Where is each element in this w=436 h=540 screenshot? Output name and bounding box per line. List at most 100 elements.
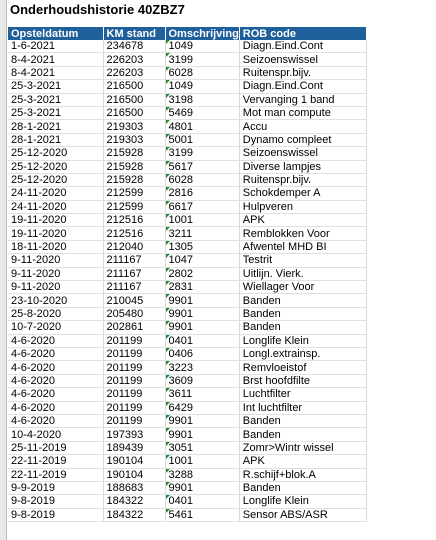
cell-code[interactable]: 9901 [165, 414, 240, 429]
row-header-strip[interactable] [0, 0, 7, 540]
cell-code[interactable]: 3198 [165, 93, 240, 107]
cell-code[interactable]: 0406 [165, 347, 240, 362]
cell-date[interactable]: 25-12-2020 [8, 146, 104, 161]
cell-description[interactable]: Int luchtfilter [239, 401, 367, 415]
cell-code[interactable]: 6028 [165, 173, 240, 188]
cell-date[interactable]: 22-11-2019 [8, 454, 104, 469]
cell-description[interactable]: APK [239, 213, 367, 228]
cell-km[interactable]: 205480 [103, 307, 166, 322]
cell-description[interactable]: Banden [239, 293, 367, 308]
cell-km[interactable]: 201199 [103, 374, 166, 389]
cell-description[interactable]: Mot man compute [239, 106, 367, 121]
cell-code[interactable]: 3051 [165, 441, 240, 456]
cell-date[interactable]: 4-6-2020 [8, 334, 104, 348]
cell-description[interactable]: Banden [239, 320, 367, 335]
cell-date[interactable]: 18-11-2020 [8, 240, 104, 255]
cell-km[interactable]: 212599 [103, 200, 166, 215]
cell-km[interactable]: 212516 [103, 226, 166, 241]
cell-date[interactable]: 25-12-2020 [8, 173, 104, 188]
cell-code[interactable]: 0401 [165, 334, 240, 348]
cell-description[interactable]: Schokdemper A [239, 186, 367, 201]
cell-km[interactable]: 201199 [103, 360, 166, 375]
cell-code[interactable]: 9901 [165, 481, 240, 496]
cell-description[interactable]: Banden [239, 414, 367, 429]
cell-date[interactable]: 1-6-2021 [8, 40, 104, 54]
cell-km[interactable]: 219303 [103, 119, 166, 134]
column-header-rob-code[interactable]: ROB code [239, 27, 367, 40]
cell-date[interactable]: 4-6-2020 [8, 387, 104, 402]
cell-km[interactable]: 234678 [103, 40, 166, 54]
cell-km[interactable]: 211167 [103, 267, 166, 282]
cell-km[interactable]: 201199 [103, 334, 166, 348]
cell-code[interactable]: 3199 [165, 146, 240, 161]
cell-date[interactable]: 22-11-2019 [8, 468, 104, 482]
cell-km[interactable]: 216500 [103, 93, 166, 107]
column-header-omschrijving[interactable]: Omschrijving [165, 27, 240, 40]
cell-code[interactable]: 2816 [165, 186, 240, 201]
cell-description[interactable]: Luchtfilter [239, 387, 367, 402]
cell-km[interactable]: 190104 [103, 468, 166, 482]
cell-code[interactable]: 3288 [165, 468, 240, 482]
cell-description[interactable]: Brst hoofdfilte [239, 374, 367, 389]
cell-date[interactable]: 9-11-2020 [8, 253, 104, 268]
cell-km[interactable]: 201199 [103, 401, 166, 415]
cell-date[interactable]: 4-6-2020 [8, 347, 104, 362]
cell-description[interactable]: Vervanging 1 band [239, 93, 367, 107]
cell-date[interactable]: 9-9-2019 [8, 481, 104, 496]
cell-code[interactable]: 2831 [165, 280, 240, 295]
cell-date[interactable]: 25-8-2020 [8, 307, 104, 322]
cell-code[interactable]: 5617 [165, 160, 240, 174]
cell-km[interactable]: 184322 [103, 494, 166, 509]
cell-km[interactable]: 201199 [103, 387, 166, 402]
cell-date[interactable]: 25-3-2021 [8, 106, 104, 121]
cell-description[interactable]: Remblokken Voor [239, 226, 367, 241]
cell-description[interactable]: Seizoenswissel [239, 52, 367, 67]
cell-code[interactable]: 1305 [165, 240, 240, 255]
cell-code[interactable]: 9901 [165, 427, 240, 442]
cell-code[interactable]: 3609 [165, 374, 240, 389]
cell-km[interactable]: 202861 [103, 320, 166, 335]
cell-description[interactable]: APK [239, 454, 367, 469]
cell-description[interactable]: Longl.extrainsp. [239, 347, 367, 362]
cell-description[interactable]: Uitlijn. Vierk. [239, 267, 367, 282]
cell-km[interactable]: 201199 [103, 414, 166, 429]
cell-km[interactable]: 215928 [103, 160, 166, 174]
cell-code[interactable]: 3211 [165, 226, 240, 241]
cell-description[interactable]: Banden [239, 481, 367, 496]
cell-km[interactable]: 211167 [103, 280, 166, 295]
cell-description[interactable]: Sensor ABS/ASR [239, 508, 367, 523]
cell-code[interactable]: 1049 [165, 79, 240, 94]
cell-description[interactable]: Remvloeistof [239, 360, 367, 375]
cell-description[interactable]: Longlife Klein [239, 494, 367, 509]
cell-date[interactable]: 4-6-2020 [8, 414, 104, 429]
cell-description[interactable]: Hulpveren [239, 200, 367, 215]
column-header-km-stand[interactable]: KM stand [103, 27, 166, 40]
cell-code[interactable]: 6429 [165, 401, 240, 415]
cell-km[interactable]: 216500 [103, 106, 166, 121]
cell-date[interactable]: 28-1-2021 [8, 133, 104, 148]
cell-date[interactable]: 9-11-2020 [8, 267, 104, 282]
cell-description[interactable]: Seizoenswissel [239, 146, 367, 161]
cell-description[interactable]: Wiellager Voor [239, 280, 367, 295]
cell-km[interactable]: 226203 [103, 66, 166, 81]
cell-date[interactable]: 25-3-2021 [8, 79, 104, 94]
cell-code[interactable]: 0401 [165, 494, 240, 509]
cell-km[interactable]: 216500 [103, 79, 166, 94]
cell-date[interactable]: 8-4-2021 [8, 52, 104, 67]
cell-code[interactable]: 5001 [165, 133, 240, 148]
cell-code[interactable]: 1001 [165, 213, 240, 228]
cell-date[interactable]: 9-11-2020 [8, 280, 104, 295]
cell-code[interactable]: 9901 [165, 320, 240, 335]
cell-km[interactable]: 197393 [103, 427, 166, 442]
cell-km[interactable]: 189439 [103, 441, 166, 456]
cell-code[interactable]: 9901 [165, 307, 240, 322]
cell-description[interactable]: Zomr>Wintr wissel [239, 441, 367, 456]
cell-date[interactable]: 24-11-2020 [8, 186, 104, 201]
cell-code[interactable]: 1047 [165, 253, 240, 268]
cell-date[interactable]: 4-6-2020 [8, 360, 104, 375]
cell-description[interactable]: R.schijf+blok.A [239, 468, 367, 482]
cell-code[interactable]: 5469 [165, 106, 240, 121]
cell-date[interactable]: 10-4-2020 [8, 427, 104, 442]
cell-km[interactable]: 212040 [103, 240, 166, 255]
cell-km[interactable]: 201199 [103, 347, 166, 362]
